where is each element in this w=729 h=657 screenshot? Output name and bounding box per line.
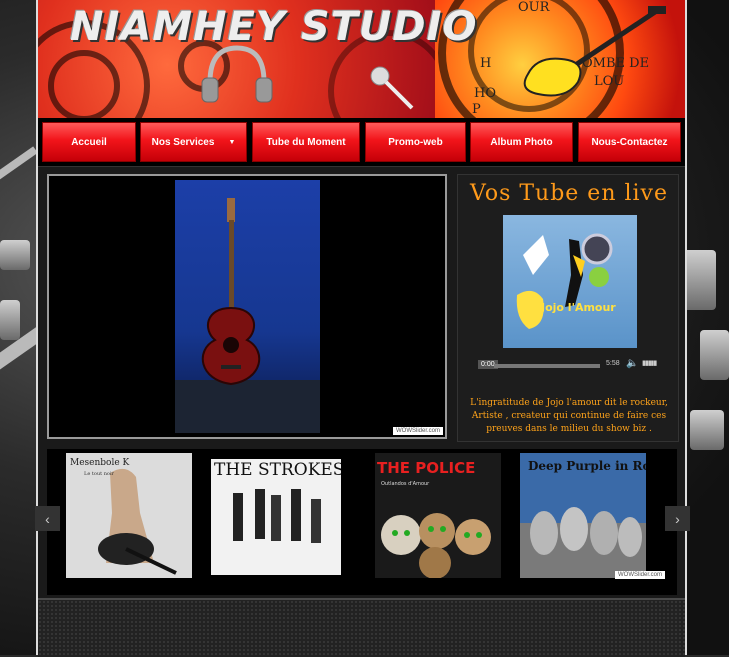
album-cover-2[interactable]: THE STROKES	[211, 459, 341, 575]
volume-icon[interactable]: 🔈	[626, 358, 638, 369]
album-cover-4[interactable]: Deep Purple in Rock	[520, 453, 646, 578]
nav-item-accueil[interactable]: Accueil	[42, 122, 136, 162]
nav-item-label: Accueil	[71, 136, 107, 148]
album-art-graphic: Jojo l'Amour	[516, 233, 616, 329]
main-content: WOWSlider.com Vos Tube en live Jojo l'Am…	[38, 166, 685, 599]
slider-watermark: WOWSlider.com	[392, 427, 443, 435]
volume-level-icon[interactable]: ▮▮▮▮▮	[642, 359, 657, 367]
album-4-title: Deep Purple in Rock	[528, 459, 646, 473]
nav-item-label: Album Photo	[490, 136, 553, 148]
progress-bar[interactable]	[494, 364, 600, 368]
carousel-watermark: WOWSlider.com	[614, 571, 665, 579]
album-1-art: Mesenbole K Le tout noir	[66, 453, 192, 578]
image-slider[interactable]: WOWSlider.com	[47, 174, 447, 439]
live-player-panel: Vos Tube en live Jojo l'Amour 0:00 5:58 …	[457, 174, 679, 442]
electric-guitar-icon	[523, 6, 666, 97]
album-cover-3[interactable]: THE POLICE Outlandos d'Amour	[375, 453, 501, 578]
audio-player[interactable]: 0:00 5:58 🔈 ▮▮▮▮▮	[472, 355, 672, 377]
microphone-icon	[370, 66, 414, 110]
banner-word: LOU	[594, 74, 625, 89]
nav-item-nous-contactez[interactable]: Nous-Contactez	[578, 122, 681, 162]
page-container: NIAMHEY STUDIO OUR OMBE DE LOU H HO P Ac…	[36, 0, 687, 657]
banner-word: OUR	[518, 0, 550, 15]
nav-item-label: Promo-web	[388, 136, 443, 148]
nav-item-promo-web[interactable]: Promo-web	[365, 122, 466, 162]
caret-down-icon: ▼	[228, 138, 236, 146]
album-cover-text: Jojo l'Amour	[540, 301, 616, 314]
album-1-subtitle: Le tout noir	[84, 471, 115, 477]
live-caption: L'ingratitude de Jojo l'amour dit le roc…	[470, 398, 668, 434]
nav-item-tube-du-moment[interactable]: Tube du Moment	[252, 122, 360, 162]
banner-word: HO	[474, 86, 496, 101]
nav-item-label: Nos Services	[151, 136, 215, 148]
album-2-art: THE STROKES	[211, 459, 341, 575]
duration: 5:58	[606, 360, 620, 367]
nav-item-album-photo[interactable]: Album Photo	[470, 122, 573, 162]
album-3-art: THE POLICE Outlandos d'Amour	[375, 453, 501, 578]
chevron-right-icon[interactable]: ›	[665, 506, 690, 531]
header-banner: NIAMHEY STUDIO OUR OMBE DE LOU H HO P	[38, 0, 685, 118]
album-1-title: Mesenbole K	[70, 458, 130, 468]
main-nav: Accueil Nos Services ▼ Tube du Moment Pr…	[38, 118, 685, 166]
nav-item-nos-services[interactable]: Nos Services ▼	[140, 122, 247, 162]
album-4-art: Deep Purple in Rock	[520, 453, 646, 578]
banner-word: P	[472, 102, 481, 117]
album-3-title: THE POLICE	[377, 459, 475, 477]
headphones-icon	[201, 45, 273, 103]
album-3-subtitle: Outlandos d'Amour	[381, 481, 430, 487]
banner-word: OMBE DE	[582, 56, 650, 71]
nav-item-label: Tube du Moment	[266, 136, 346, 148]
album-cover-1[interactable]: Mesenbole K Le tout noir	[66, 453, 192, 578]
jojo-lamour-album-cover: Jojo l'Amour	[503, 215, 637, 348]
album-carousel: Mesenbole K Le tout noir THE STROKES THE…	[47, 449, 677, 595]
live-title: Vos Tube en live	[469, 181, 669, 206]
nav-item-label: Nous-Contactez	[591, 136, 668, 148]
slide-image	[175, 180, 320, 433]
album-2-title: THE STROKES	[214, 460, 341, 480]
banner-word: H	[480, 56, 492, 71]
footer-bar	[38, 598, 685, 657]
chevron-left-icon[interactable]: ‹	[35, 506, 60, 531]
acoustic-guitar-photo	[175, 198, 320, 433]
